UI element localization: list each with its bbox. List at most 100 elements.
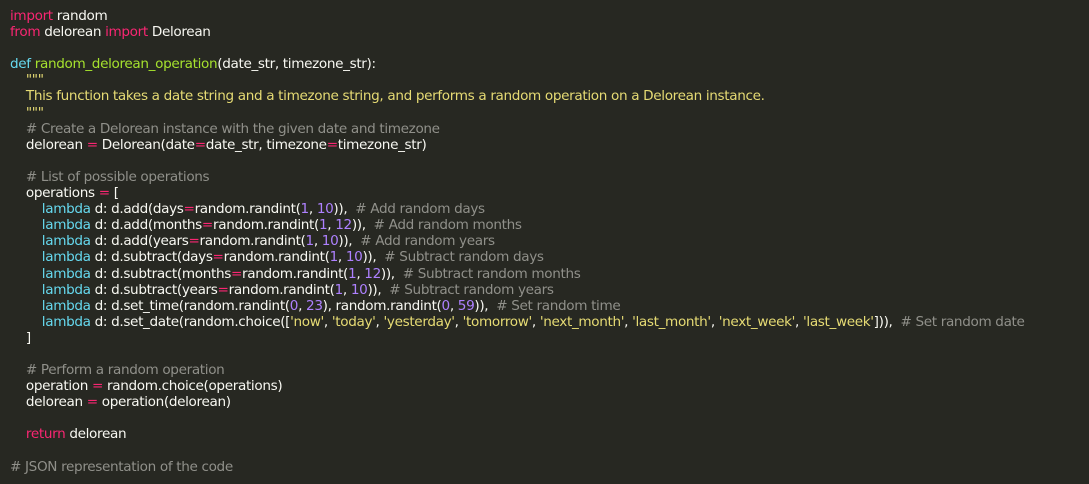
code-line: lambda d: d.subtract(years=random.randin… — [10, 282, 1089, 298]
operator-token: = — [230, 265, 243, 282]
code-line: import random — [10, 8, 1089, 24]
code-token: )), — [367, 281, 390, 298]
code-token: d: d.subtract(years — [90, 281, 218, 298]
operator-token: = — [98, 185, 110, 202]
comment-token: # Subtract random months — [402, 265, 581, 282]
code-token: operation(delorean) — [97, 394, 231, 411]
string-token: 'now' — [290, 313, 324, 330]
code-token: )), — [338, 233, 361, 250]
code-token: )), — [380, 265, 403, 282]
number-token: 10 — [316, 201, 334, 218]
code-token: , — [710, 313, 719, 330]
string-token: 'last_week' — [803, 313, 874, 330]
code-token: , — [454, 313, 463, 330]
code-line: lambda d: d.subtract(days=random.randint… — [10, 249, 1089, 265]
code-token: , — [531, 313, 540, 330]
code-token: ])), — [873, 313, 901, 330]
code-token: random.choice(operations) — [103, 378, 283, 395]
code-token: )), — [474, 297, 497, 314]
code-token: delorean — [10, 136, 87, 153]
keyword-token: return — [25, 426, 66, 443]
lambda-keyword-token: lambda — [41, 233, 91, 250]
operator-token: = — [194, 136, 206, 153]
code-line: operations = [ — [10, 185, 1089, 201]
number-token: 23 — [306, 297, 323, 314]
comment-token: # Set random date — [900, 313, 1025, 330]
code-token: , — [313, 233, 322, 250]
code-token: Delorean(date — [97, 136, 195, 153]
number-token: 1 — [305, 233, 315, 250]
code-token: random.randint( — [194, 201, 301, 218]
code-token: d: d.subtract(days — [90, 249, 213, 266]
code-line: operation = random.choice(operations) — [10, 378, 1089, 394]
code-token: delorean — [40, 24, 106, 41]
code-token: , — [337, 249, 346, 266]
code-line: lambda d: d.add(years=random.randint(1, … — [10, 233, 1089, 249]
function-name-token: random_delorean_operation — [34, 56, 218, 73]
comment-token: # Subtract random years — [389, 281, 554, 298]
code-token: random.randint( — [199, 233, 306, 250]
code-token: , — [308, 201, 317, 218]
comment-token: # Add random years — [360, 233, 495, 250]
code-line: """ — [10, 105, 1089, 121]
code-token: )), — [362, 249, 385, 266]
code-line: delorean = operation(delorean) — [10, 394, 1089, 410]
code-line: def random_delorean_operation(date_str, … — [10, 56, 1089, 72]
number-token: 59 — [457, 297, 475, 314]
lambda-keyword-token: lambda — [41, 217, 91, 234]
code-line: # Perform a random operation — [10, 362, 1089, 378]
operator-token: = — [91, 378, 104, 395]
code-line: lambda d: d.add(days=random.randint(1, 1… — [10, 201, 1089, 217]
lambda-keyword-token: lambda — [41, 265, 91, 282]
comment-token: # JSON representation of the code — [10, 458, 233, 475]
string-token: 'last_month' — [632, 313, 711, 330]
code-token: (date_str, timezone_str): — [217, 56, 376, 73]
comment-token: # List of possible operations — [10, 168, 210, 185]
code-line: lambda d: d.subtract(months=random.randi… — [10, 266, 1089, 282]
code-line: # List of possible operations — [10, 169, 1089, 185]
lambda-keyword-token: lambda — [41, 281, 91, 298]
operator-token: = — [86, 136, 98, 153]
code-token: [ — [109, 185, 119, 202]
code-token: operation — [10, 378, 92, 395]
code-token: d: d.set_date(random.choice([ — [90, 313, 291, 330]
string-token: 'next_month' — [539, 313, 625, 330]
code-line: # JSON representation of the code — [10, 459, 1089, 475]
code-line: """ — [10, 72, 1089, 88]
code-token: random — [52, 8, 108, 24]
number-token: 10 — [345, 249, 363, 266]
operator-token: = — [326, 136, 338, 153]
code-token: ] — [10, 329, 31, 346]
code-token: d: d.add(months — [90, 217, 203, 234]
operator-token: = — [188, 233, 200, 250]
string-token: 'yesterday' — [383, 313, 456, 330]
code-line: # Create a Delorean instance with the gi… — [10, 121, 1089, 137]
code-token: d: d.add(days — [90, 201, 184, 218]
code-line: This function takes a date string and a … — [10, 88, 1089, 104]
number-token: 0 — [441, 297, 451, 314]
number-token: 12 — [364, 265, 381, 282]
string-token: """ — [10, 72, 44, 89]
code-token: , — [624, 313, 633, 330]
code-token: , — [298, 297, 307, 314]
operator-token: = — [183, 201, 195, 218]
string-token: 'today' — [331, 313, 376, 330]
code-token: random.randint( — [228, 281, 335, 298]
code-editor[interactable]: import random from delorean import Delore… — [10, 8, 1089, 475]
code-token: )), — [333, 201, 356, 218]
code-token: , — [449, 297, 458, 314]
code-token: timezone_str) — [337, 136, 427, 153]
string-token: 'tomorrow' — [462, 313, 533, 330]
comment-token: # Perform a random operation — [10, 362, 225, 379]
code-token: d: d.subtract(months — [90, 265, 232, 282]
def-keyword-token: def — [10, 56, 31, 73]
